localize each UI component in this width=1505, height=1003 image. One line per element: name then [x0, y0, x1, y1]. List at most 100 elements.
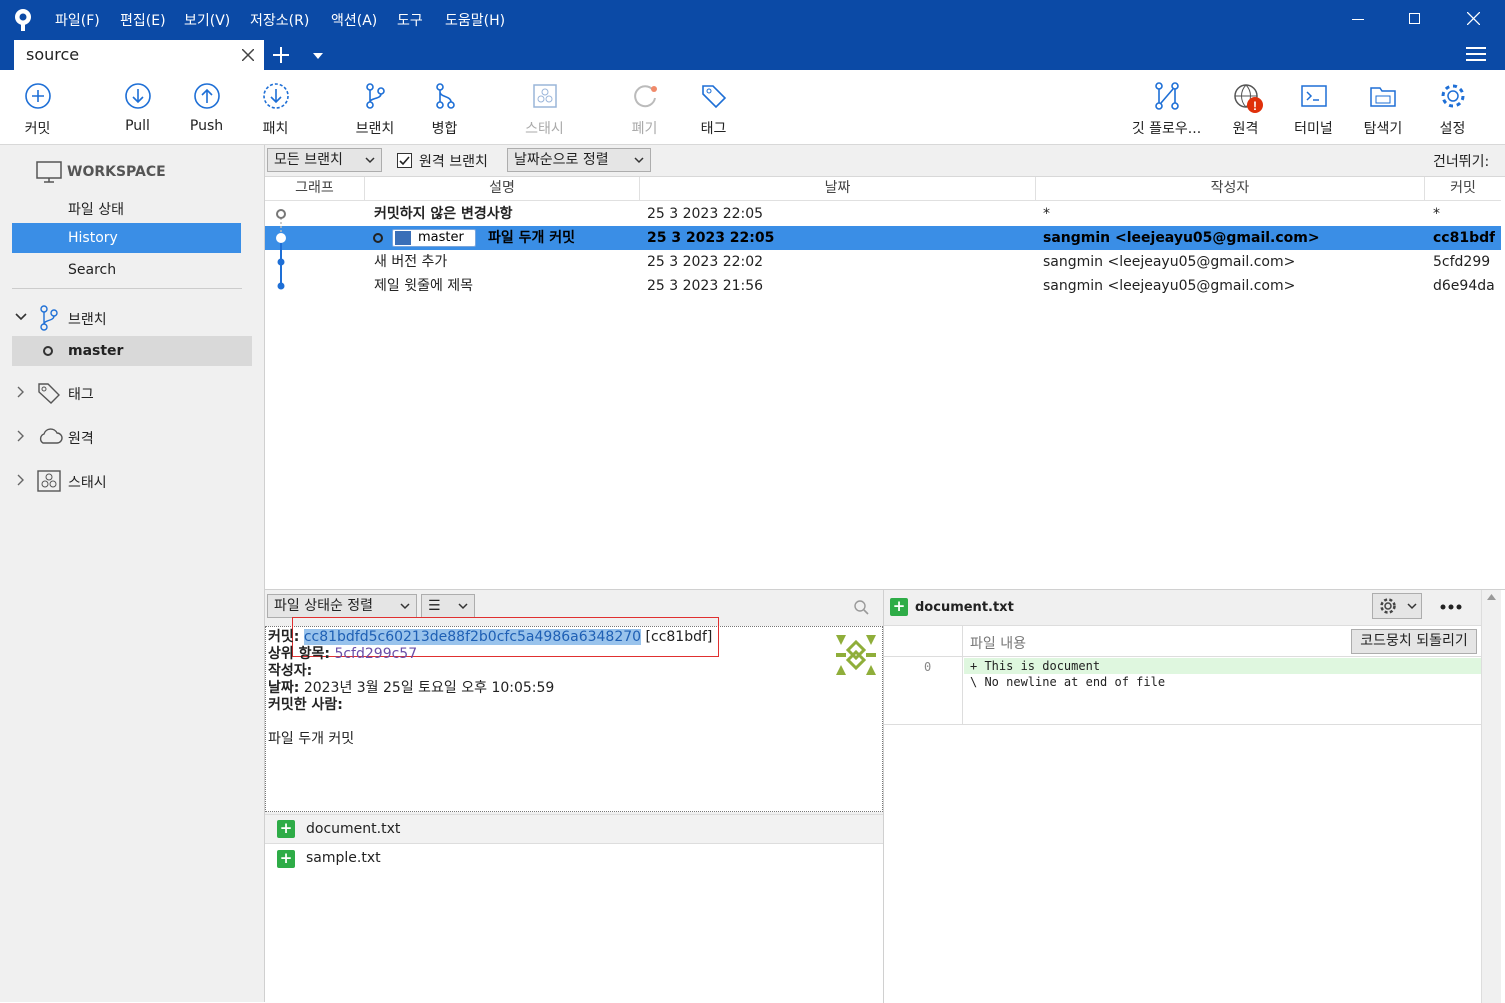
menu-actions[interactable]: 액션(A): [331, 10, 377, 30]
pull-button[interactable]: Pull: [110, 70, 165, 145]
added-file-icon: +: [277, 820, 295, 838]
discard-button[interactable]: 폐기: [617, 70, 672, 145]
added-file-icon: +: [890, 598, 908, 616]
column-commit[interactable]: 커밋: [1425, 177, 1501, 201]
sidebar-item-history[interactable]: History: [12, 223, 241, 253]
menu-edit[interactable]: 편집(E): [120, 10, 166, 30]
push-label: Push: [189, 118, 224, 134]
stash-icon: [532, 84, 557, 108]
jump-to-label: 건너뛰기:: [1433, 154, 1490, 170]
file-sort-dropdown[interactable]: 파일 상태순 정렬: [267, 594, 417, 618]
menu-file[interactable]: 파일(F): [55, 10, 100, 30]
commit-message: 파일 두개 커밋: [268, 731, 355, 747]
search-icon[interactable]: [854, 600, 869, 615]
close-window-button[interactable]: [1467, 12, 1480, 25]
sidebar-item-master[interactable]: master: [12, 336, 252, 366]
tab-dropdown-icon[interactable]: [313, 53, 323, 59]
chevron-right-icon[interactable]: [17, 474, 25, 486]
chevron-right-icon[interactable]: [17, 430, 25, 442]
history-row-selected[interactable]: master 파일 두개 커밋 25 3 2023 22:05 sangmin …: [265, 226, 1501, 250]
row-date: 25 3 2023 21:56: [647, 278, 764, 294]
explorer-button[interactable]: 탐색기: [1353, 70, 1413, 145]
chevron-down-icon[interactable]: [15, 313, 27, 321]
file-row-document[interactable]: + document.txt: [265, 814, 883, 844]
chevron-right-icon[interactable]: [17, 386, 25, 398]
sidebar-section-tags[interactable]: 태그: [68, 384, 94, 404]
chevron-down-icon: [1407, 603, 1417, 610]
minimize-button[interactable]: [1352, 19, 1364, 20]
column-date[interactable]: 날짜: [640, 177, 1036, 201]
branch-icon: [40, 305, 58, 331]
branch-icon: [366, 83, 385, 109]
commit-icon: [24, 83, 51, 109]
hamburger-menu-icon[interactable]: [1466, 46, 1486, 62]
list-view-icon: ☰: [428, 598, 441, 614]
remote-button[interactable]: ! 원격: [1218, 70, 1273, 145]
maximize-button[interactable]: [1409, 13, 1420, 24]
view-mode-dropdown[interactable]: ☰: [421, 594, 475, 618]
svg-text:!: !: [1253, 99, 1257, 113]
row-author: *: [1043, 206, 1050, 222]
git-flow-label: 깃 플로우...: [1131, 121, 1202, 137]
vertical-scrollbar[interactable]: [1481, 590, 1501, 1003]
history-column-header: 그래프 설명 날짜 작성자 커밋: [265, 177, 1501, 201]
merge-button[interactable]: 병합: [417, 70, 472, 145]
diff-options-dropdown[interactable]: [1372, 593, 1422, 619]
history-row[interactable]: 새 버전 추가 25 3 2023 22:02 sangmin <leejeay…: [265, 250, 1501, 274]
close-tab-icon[interactable]: [242, 49, 254, 61]
branch-filter-dropdown[interactable]: 모든 브랜치: [267, 148, 382, 172]
menu-view[interactable]: 보기(V): [184, 10, 230, 30]
column-author[interactable]: 작성자: [1036, 177, 1425, 201]
tag-button[interactable]: 태그: [686, 70, 741, 145]
stash-label: 스태시: [525, 121, 564, 137]
master-label: master: [68, 343, 124, 359]
tab-source[interactable]: source: [14, 40, 264, 70]
column-graph[interactable]: 그래프: [265, 177, 365, 201]
history-row[interactable]: 제일 윗줄에 제목 25 3 2023 21:56 sangmin <leeje…: [265, 274, 1501, 298]
menu-tools[interactable]: 도구: [397, 10, 423, 30]
menu-repository[interactable]: 저장소(R): [250, 10, 309, 30]
line-number: 0: [924, 660, 932, 674]
branch-label-master[interactable]: master: [392, 229, 476, 247]
git-flow-button[interactable]: 깃 플로우...: [1124, 70, 1209, 145]
settings-label: 설정: [1439, 121, 1466, 137]
explorer-label: 탐색기: [1363, 121, 1403, 137]
sidebar-section-remotes[interactable]: 원격: [68, 428, 94, 448]
revert-hunk-button[interactable]: 코드뭉치 되돌리기: [1351, 629, 1477, 654]
diff-line-text: + This is document: [970, 659, 1101, 673]
commit-graph: [276, 209, 286, 290]
file-row-sample[interactable]: + sample.txt: [265, 844, 883, 874]
commit-button[interactable]: 커밋: [10, 70, 65, 145]
diff-header: + document.txt: [884, 590, 1501, 626]
parent-hash-link[interactable]: 5cfd299c57: [334, 646, 417, 662]
history-row-uncommitted[interactable]: 커밋하지 않은 변경사항 25 3 2023 22:05 * *: [265, 202, 1501, 226]
row-description: 커밋하지 않은 변경사항: [374, 206, 513, 222]
more-options-icon[interactable]: [1440, 604, 1462, 610]
sort-dropdown[interactable]: 날짜순으로 정렬: [507, 148, 651, 172]
new-tab-icon[interactable]: [273, 47, 289, 63]
sidebar-item-file-status[interactable]: 파일 상태: [68, 199, 124, 219]
remote-branches-checkbox[interactable]: [397, 153, 412, 168]
sidebar-item-search[interactable]: Search: [68, 262, 116, 278]
sidebar-section-branches[interactable]: 브랜치: [68, 309, 107, 329]
push-button[interactable]: Push: [179, 70, 234, 145]
stash-button[interactable]: 스태시: [512, 70, 577, 145]
stash-icon: [37, 470, 61, 492]
commit-hash-value[interactable]: cc81bdfd5c60213de88f2b0cfc5a4986a6348270: [303, 629, 642, 645]
row-date: 25 3 2023 22:05: [647, 230, 775, 246]
scroll-up-icon[interactable]: [1487, 594, 1496, 600]
patch-button[interactable]: 패치: [248, 70, 303, 145]
patch-label: 패치: [262, 121, 289, 137]
menu-help[interactable]: 도움말(H): [445, 10, 505, 30]
settings-button[interactable]: 설정: [1425, 70, 1480, 145]
row-commit: *: [1433, 206, 1440, 222]
branch-button[interactable]: 브랜치: [345, 70, 405, 145]
terminal-button[interactable]: 터미널: [1286, 70, 1341, 145]
date-value: 2023년 3월 25일 토요일 오후 10:05:59: [303, 680, 555, 696]
sidebar-divider: [12, 288, 242, 289]
discard-label: 폐기: [631, 121, 658, 137]
sidebar-section-stashes[interactable]: 스태시: [68, 472, 107, 492]
column-description[interactable]: 설명: [365, 177, 640, 201]
remote-label: 원격: [1232, 121, 1259, 137]
row-author: sangmin <leejeayu05@gmail.com>: [1043, 254, 1296, 270]
